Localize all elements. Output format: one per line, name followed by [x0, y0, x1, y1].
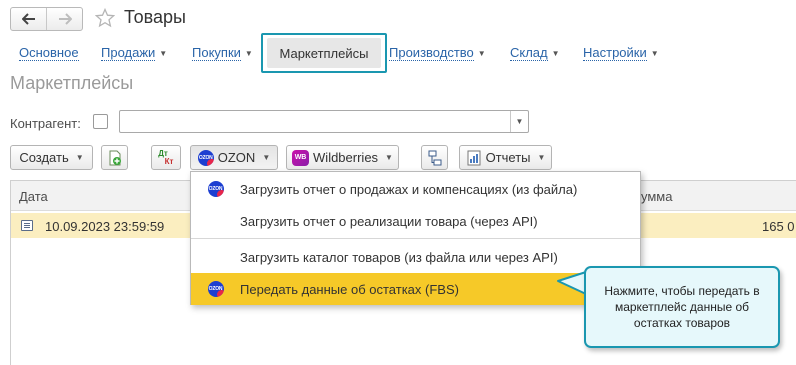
- back-button[interactable]: [11, 8, 46, 30]
- dropdown-button[interactable]: ▼: [510, 111, 528, 132]
- add-from-file-button[interactable]: [101, 145, 128, 170]
- kt-label: Кт: [164, 156, 174, 166]
- dt-kt-button[interactable]: Дт Кт: [151, 145, 181, 170]
- counterparty-label: Контрагент:: [10, 116, 81, 131]
- menu-item-load-realization-report[interactable]: Загрузить отчет о реализации товара (чер…: [191, 205, 640, 237]
- caret-down-icon: ▼: [385, 153, 393, 162]
- section-label: Основное: [19, 45, 79, 61]
- caret-down-icon: ▼: [515, 117, 524, 126]
- report-icon: [467, 150, 481, 165]
- section-production[interactable]: Производство ▼: [389, 45, 486, 61]
- row-date: 10.09.2023 23:59:59: [45, 219, 165, 234]
- menu-item-label: Загрузить отчет о продажах и компенсация…: [240, 181, 578, 197]
- wildberries-logo-icon: WB: [292, 149, 310, 166]
- form-title: Маркетплейсы: [10, 73, 134, 93]
- section-label: Склад: [510, 45, 548, 61]
- section-label: Продажи: [101, 45, 156, 61]
- section-marketplaces[interactable]: Маркетплейсы: [267, 38, 381, 68]
- hierarchy-icon: [428, 150, 441, 165]
- structure-button[interactable]: [421, 145, 448, 170]
- ozon-label: OZON: [217, 150, 256, 165]
- menu-item-label: Передать данные об остатках (FBS): [240, 281, 459, 297]
- caret-down-icon: ▼: [75, 153, 84, 162]
- counterparty-field[interactable]: ▼: [119, 110, 529, 133]
- page-title: Товары: [124, 7, 186, 27]
- row-sum: 165 0: [762, 219, 795, 234]
- caret-down-icon: ▼: [551, 49, 560, 58]
- favorite-star-icon[interactable]: [94, 7, 116, 28]
- forward-button[interactable]: [46, 8, 82, 30]
- column-header-date[interactable]: Дата: [19, 189, 48, 204]
- menu-item-label: Загрузить каталог товаров (из файла или …: [240, 249, 558, 265]
- create-button[interactable]: Создать ▼: [10, 145, 93, 170]
- section-label: Покупки: [192, 45, 241, 61]
- section-label: Производство: [389, 45, 474, 61]
- document-icon: [21, 220, 33, 231]
- wildberries-label: Wildberries: [313, 150, 379, 165]
- caret-down-icon: ▼: [262, 153, 271, 162]
- caret-down-icon: ▼: [159, 49, 168, 58]
- caret-down-icon: ▼: [244, 49, 253, 58]
- create-label: Создать: [19, 150, 69, 165]
- ozon-logo-icon: OZON: [197, 149, 214, 166]
- hint-callout: Нажмите, чтобы передать в маркетплейс да…: [584, 266, 780, 348]
- arrow-left-icon: [21, 13, 35, 25]
- section-main[interactable]: Основное: [19, 45, 79, 61]
- menu-separator: [191, 238, 640, 239]
- menu-item-load-catalog[interactable]: Загрузить каталог товаров (из файла или …: [191, 241, 640, 273]
- arrow-right-icon: [58, 13, 72, 25]
- menu-item-load-sales-report[interactable]: OZON Загрузить отчет о продажах и компен…: [191, 173, 640, 205]
- reports-label: Отчеты: [485, 150, 531, 165]
- caret-down-icon: ▼: [477, 49, 486, 58]
- menu-item-label: Загрузить отчет о реализации товара (чер…: [240, 213, 538, 229]
- ozon-logo-icon: OZON: [207, 181, 224, 197]
- document-add-icon: [109, 150, 121, 165]
- ozon-button[interactable]: OZON OZON ▼: [190, 145, 278, 170]
- section-purchases[interactable]: Покупки ▼: [192, 45, 253, 61]
- section-label: Маркетплейсы: [279, 45, 369, 61]
- column-header-sum[interactable]: умма: [641, 189, 672, 204]
- wildberries-button[interactable]: WB Wildberries ▼: [286, 145, 399, 170]
- caret-down-icon: ▼: [537, 153, 546, 162]
- section-warehouse[interactable]: Склад ▼: [510, 45, 560, 61]
- history-nav: [10, 7, 83, 31]
- counterparty-checkbox[interactable]: [93, 114, 108, 129]
- section-sales[interactable]: Продажи ▼: [101, 45, 168, 61]
- section-settings[interactable]: Настройки ▼: [583, 45, 659, 61]
- reports-button[interactable]: Отчеты ▼: [459, 145, 552, 170]
- ozon-logo-icon: OZON: [207, 281, 224, 297]
- section-label: Настройки: [583, 45, 647, 61]
- caret-down-icon: ▼: [650, 49, 659, 58]
